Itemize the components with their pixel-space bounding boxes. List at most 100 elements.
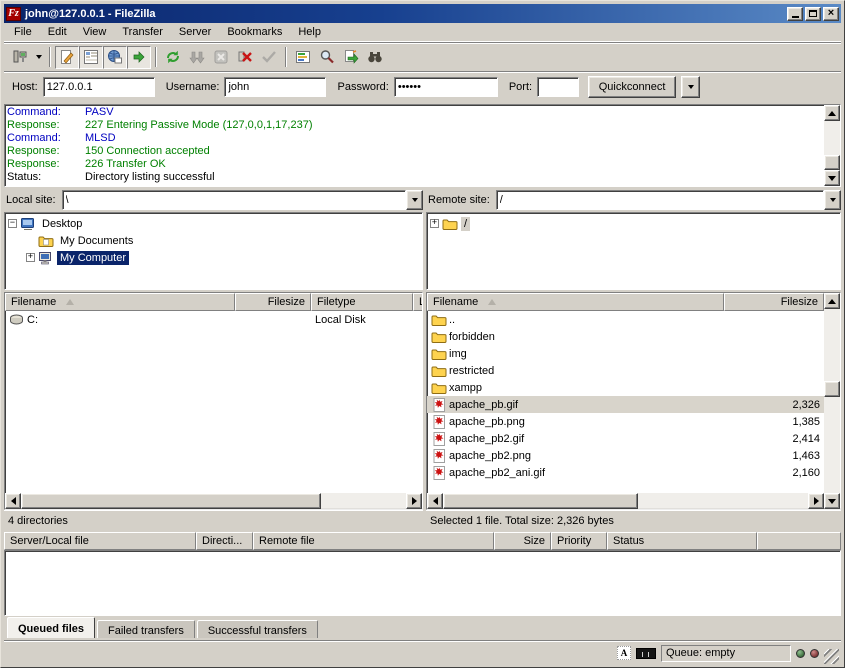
port-input[interactable] [537,77,579,97]
quickconnect-dropdown[interactable] [681,76,700,98]
column-status[interactable]: Status [607,532,757,550]
folder-icon [431,363,447,379]
local-site-row: Local site: [4,189,423,210]
toggle-queue-view-button[interactable] [127,46,151,69]
scroll-left-button[interactable] [5,493,21,509]
column-filesize[interactable]: Filesize [724,293,824,311]
expand-toggle[interactable]: + [430,219,439,228]
cancel-operation-button[interactable] [209,46,233,69]
magnifier-icon [319,49,335,65]
column-server-local-file[interactable]: Server/Local file [4,532,196,550]
resize-grip[interactable] [824,649,839,664]
scroll-up-button[interactable] [824,105,840,121]
quickconnect-button[interactable]: Quickconnect [588,76,676,98]
menu-view[interactable]: View [75,24,115,40]
menu-file[interactable]: File [6,24,40,40]
remote-row[interactable]: apache_pb2.png 1,463 [427,447,824,464]
scroll-thumb[interactable] [21,493,321,509]
remote-row[interactable]: apache_pb.png 1,385 [427,413,824,430]
tab-queued-files[interactable]: Queued files [7,617,95,638]
remote-site-dropdown[interactable] [824,190,841,210]
remote-row[interactable]: xampp [427,379,824,396]
column-filler [757,532,841,550]
queue-body [4,550,841,616]
tree-item-root[interactable]: + / [430,215,840,232]
remote-site-combo [496,190,841,210]
scroll-left-button[interactable] [427,493,443,509]
remote-site-input[interactable] [496,190,824,210]
menu-transfer[interactable]: Transfer [114,24,171,40]
site-manager-dropdown[interactable] [32,46,45,69]
close-button[interactable]: × [823,7,839,21]
refresh-button[interactable] [161,46,185,69]
scroll-down-button[interactable] [824,170,840,186]
remote-row[interactable]: img [427,345,824,362]
column-remote-file[interactable]: Remote file [253,532,494,550]
toggle-remote-tree-button[interactable] [103,46,127,69]
tab-failed-transfers[interactable]: Failed transfers [97,620,195,638]
scroll-up-button[interactable] [824,293,840,309]
collapse-toggle[interactable]: − [8,219,17,228]
scroll-down-button[interactable] [824,493,840,509]
toggle-log-view-button[interactable] [55,46,79,69]
username-input[interactable] [224,77,326,97]
maximize-button[interactable] [805,7,821,21]
menu-help[interactable]: Help [290,24,329,40]
tree-item-desktop[interactable]: − Desktop [8,215,422,232]
remote-row[interactable]: apache_pb2_ani.gif 2,160 [427,464,824,481]
abort-comparison-button[interactable] [257,46,281,69]
remote-list-rows: .. forbidden img restricted [427,311,824,493]
disconnect-button[interactable] [233,46,257,69]
menu-server[interactable]: Server [171,24,219,40]
scroll-right-button[interactable] [808,493,824,509]
message-log: Command:PASV Response:227 Entering Passi… [4,104,841,187]
scroll-track [21,493,406,509]
chevron-down-icon [688,85,694,89]
directory-comparison-button[interactable] [315,46,339,69]
password-input[interactable] [394,77,498,97]
site-manager-button[interactable] [8,46,32,69]
log-scrollbar [824,105,840,186]
column-priority[interactable]: Priority [551,532,607,550]
local-site-dropdown[interactable] [406,190,423,210]
host-input[interactable] [43,77,155,97]
column-filetype[interactable]: Filetype [311,293,413,311]
expand-toggle[interactable]: + [26,253,35,262]
remote-row[interactable]: restricted [427,362,824,379]
scroll-thumb[interactable] [443,493,638,509]
scroll-right-button[interactable] [406,493,422,509]
arrow-left-icon [11,497,16,505]
column-last-modified[interactable]: L [413,293,422,311]
local-site-input[interactable] [62,190,406,210]
menu-bookmarks[interactable]: Bookmarks [219,24,290,40]
tree-item-my-computer[interactable]: + My Computer [8,249,422,266]
filter-button[interactable] [291,46,315,69]
local-row-c-drive[interactable]: C: Local Disk [5,311,422,328]
queue-view-icon [131,49,147,65]
column-size[interactable]: Size [494,532,551,550]
process-queue-button[interactable] [185,46,209,69]
toggle-local-tree-button[interactable] [79,46,103,69]
tab-successful-transfers[interactable]: Successful transfers [197,620,318,638]
column-filesize[interactable]: Filesize [235,293,311,311]
queue-header: Server/Local file Directi... Remote file… [4,532,841,550]
filezilla-window: Fz john@127.0.0.1 - FileZilla × File Edi… [0,0,845,668]
remote-row[interactable]: .. [427,311,824,328]
minimize-button[interactable] [787,7,803,21]
synchronized-browsing-button[interactable] [339,46,363,69]
column-filename[interactable]: Filename [427,293,724,311]
column-filename[interactable]: Filename [5,293,235,311]
disconnect-icon [237,49,253,65]
folder-icon [431,380,447,396]
scroll-thumb[interactable] [824,381,840,397]
remote-row[interactable]: apache_pb2.gif 2,414 [427,430,824,447]
find-files-button[interactable] [363,46,387,69]
remote-row[interactable]: forbidden [427,328,824,345]
column-direction[interactable]: Directi... [196,532,253,550]
tree-item-my-documents[interactable]: My Documents [8,232,422,249]
remote-tree: + / [426,212,841,290]
remote-row-selected[interactable]: apache_pb.gif 2,326 [427,396,824,413]
toolbar-separator [155,47,157,67]
menu-edit[interactable]: Edit [40,24,75,40]
scroll-thumb[interactable] [824,155,840,170]
